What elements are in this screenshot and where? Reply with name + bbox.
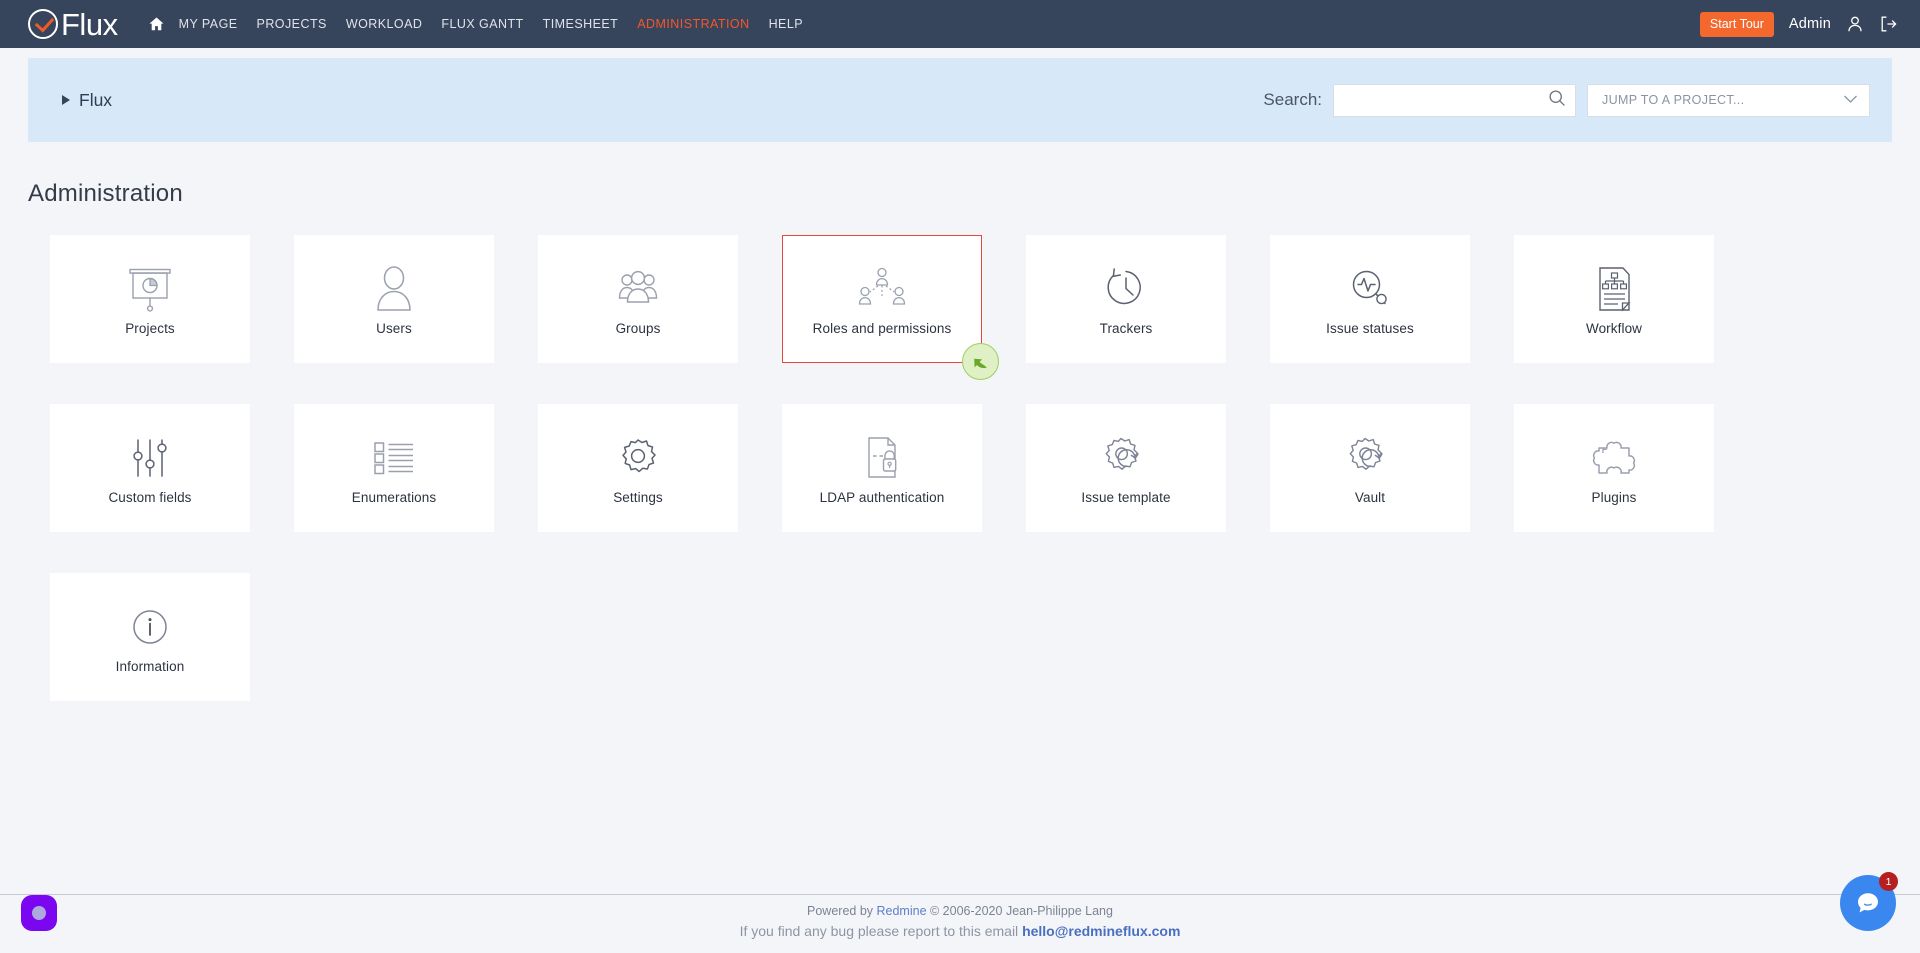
footer-bug-text: If you find any bug please report to thi… [739, 923, 1023, 939]
admin-card-label: Trackers [1099, 320, 1153, 336]
search-input[interactable] [1344, 91, 1548, 109]
admin-card-vault[interactable]: Vault [1270, 404, 1470, 532]
user-icon[interactable] [1846, 15, 1864, 33]
admin-card-label: Enumerations [351, 489, 437, 505]
subbar-wrapper: Flux Search: JUMP TO A PROJECT... [0, 48, 1920, 142]
admin-card-label: Roles and permissions [812, 320, 952, 336]
search-icon[interactable] [1548, 89, 1566, 112]
chevron-down-icon [1843, 91, 1858, 109]
roles-hierarchy-icon [856, 263, 908, 315]
admin-card-enumerations[interactable]: Enumerations [294, 404, 494, 532]
jump-to-project-label: JUMP TO A PROJECT... [1602, 93, 1745, 107]
pulse-magnifier-icon [1347, 263, 1393, 315]
group-people-icon [613, 263, 663, 315]
admin-card-users[interactable]: Users [294, 235, 494, 363]
admin-card-label: Issue statuses [1326, 320, 1414, 336]
admin-card-information[interactable]: Information [50, 573, 250, 701]
gear-refresh-icon [1102, 432, 1150, 484]
chat-unread-badge: 1 [1879, 872, 1898, 891]
projects-board-icon [127, 263, 173, 315]
jump-to-project-select[interactable]: JUMP TO A PROJECT... [1587, 83, 1870, 117]
admin-card-grid: Projects Users Groups Roles and permissi… [50, 235, 1920, 701]
nav-link-timesheet[interactable]: TIMESHEET [543, 17, 619, 31]
nav-links: MY PAGE PROJECTS WORKLOAD FLUX GANTT TIM… [179, 17, 803, 31]
brand-logo[interactable]: Flux [28, 9, 118, 40]
info-circle-icon [128, 601, 172, 653]
user-silhouette-icon [374, 263, 414, 315]
expand-triangle-icon [62, 95, 70, 105]
admin-card-label: Issue template [1081, 489, 1171, 505]
nav-link-workload[interactable]: WORKLOAD [346, 17, 423, 31]
admin-card-groups[interactable]: Groups [538, 235, 738, 363]
footer-bug-report: If you find any bug please report to thi… [0, 923, 1920, 939]
admin-card-settings[interactable]: Settings [538, 404, 738, 532]
admin-card-label: Users [376, 320, 412, 336]
gear-refresh-icon [1346, 432, 1394, 484]
admin-card-label: Workflow [1585, 320, 1643, 336]
accessibility-dot-icon [32, 906, 46, 920]
redmine-link[interactable]: Redmine [877, 904, 927, 918]
admin-card-label: Vault [1354, 489, 1386, 505]
support-email-link[interactable]: hello@redmineflux.com [1022, 923, 1180, 939]
nav-link-my-page[interactable]: MY PAGE [179, 17, 238, 31]
search-subbar: Flux Search: JUMP TO A PROJECT... [28, 58, 1892, 142]
admin-card-label: Custom fields [108, 489, 192, 505]
nav-link-administration[interactable]: ADMINISTRATION [637, 17, 749, 31]
page-footer: Powered by Redmine © 2006-2020 Jean-Phil… [0, 894, 1920, 953]
breadcrumb-label: Flux [79, 89, 113, 110]
admin-card-custom-fields[interactable]: Custom fields [50, 404, 250, 532]
admin-card-projects[interactable]: Projects [50, 235, 250, 363]
admin-card-label: Plugins [1591, 489, 1637, 505]
nav-right-group: Start Tour Admin [1699, 11, 1898, 37]
admin-card-workflow[interactable]: Workflow [1514, 235, 1714, 363]
gear-icon [616, 432, 660, 484]
admin-card-label: LDAP authentication [819, 489, 945, 505]
chat-icon [1858, 893, 1878, 913]
admin-card-label: Groups [615, 320, 661, 336]
document-flowchart-icon [1593, 263, 1635, 315]
footer-powered-prefix: Powered by [807, 904, 877, 918]
document-lock-icon [861, 432, 903, 484]
checklist-icon [370, 432, 418, 484]
home-icon[interactable] [148, 16, 165, 32]
top-navigation-bar: Flux MY PAGE PROJECTS WORKLOAD FLUX GANT… [0, 0, 1920, 48]
admin-card-roles-and-permissions[interactable]: Roles and permissions [782, 235, 999, 380]
admin-card-label: Projects [125, 320, 175, 336]
sliders-icon [128, 432, 172, 484]
admin-card-plugins[interactable]: Plugins [1514, 404, 1714, 532]
admin-user-label[interactable]: Admin [1789, 16, 1831, 32]
admin-card-issue-template[interactable]: Issue template [1026, 404, 1226, 532]
nav-link-flux-gantt[interactable]: FLUX GANTT [441, 17, 523, 31]
page-title: Administration [28, 180, 183, 207]
admin-card-ldap-authentication[interactable]: LDAP authentication [782, 404, 982, 532]
nav-link-help[interactable]: HELP [769, 17, 803, 31]
flux-check-logo-icon [28, 9, 58, 39]
footer-copyright: © 2006-2020 Jean-Philippe Lang [926, 904, 1113, 918]
footer-powered-by: Powered by Redmine © 2006-2020 Jean-Phil… [0, 904, 1920, 918]
subbar-right-group: Search: JUMP TO A PROJECT... [1263, 83, 1870, 117]
start-tour-button[interactable]: Start Tour [1699, 11, 1774, 37]
puzzle-piece-icon [1592, 432, 1636, 484]
accessibility-fab-button[interactable] [21, 895, 57, 931]
cursor-pointer-indicator [962, 343, 999, 380]
logout-icon[interactable] [1879, 15, 1898, 33]
breadcrumb[interactable]: Flux [62, 90, 112, 111]
admin-card-issue-statuses[interactable]: Issue statuses [1270, 235, 1470, 363]
admin-card-label: Settings [613, 489, 663, 505]
brand-name: Flux [61, 6, 118, 42]
nav-link-projects[interactable]: PROJECTS [257, 17, 327, 31]
admin-card-label: Information [115, 658, 185, 674]
admin-card-trackers[interactable]: Trackers [1026, 235, 1226, 363]
search-label: Search: [1263, 90, 1322, 109]
search-box[interactable] [1333, 83, 1576, 117]
clock-history-icon [1103, 263, 1149, 315]
chat-fab-button[interactable]: 1 [1840, 872, 1898, 931]
